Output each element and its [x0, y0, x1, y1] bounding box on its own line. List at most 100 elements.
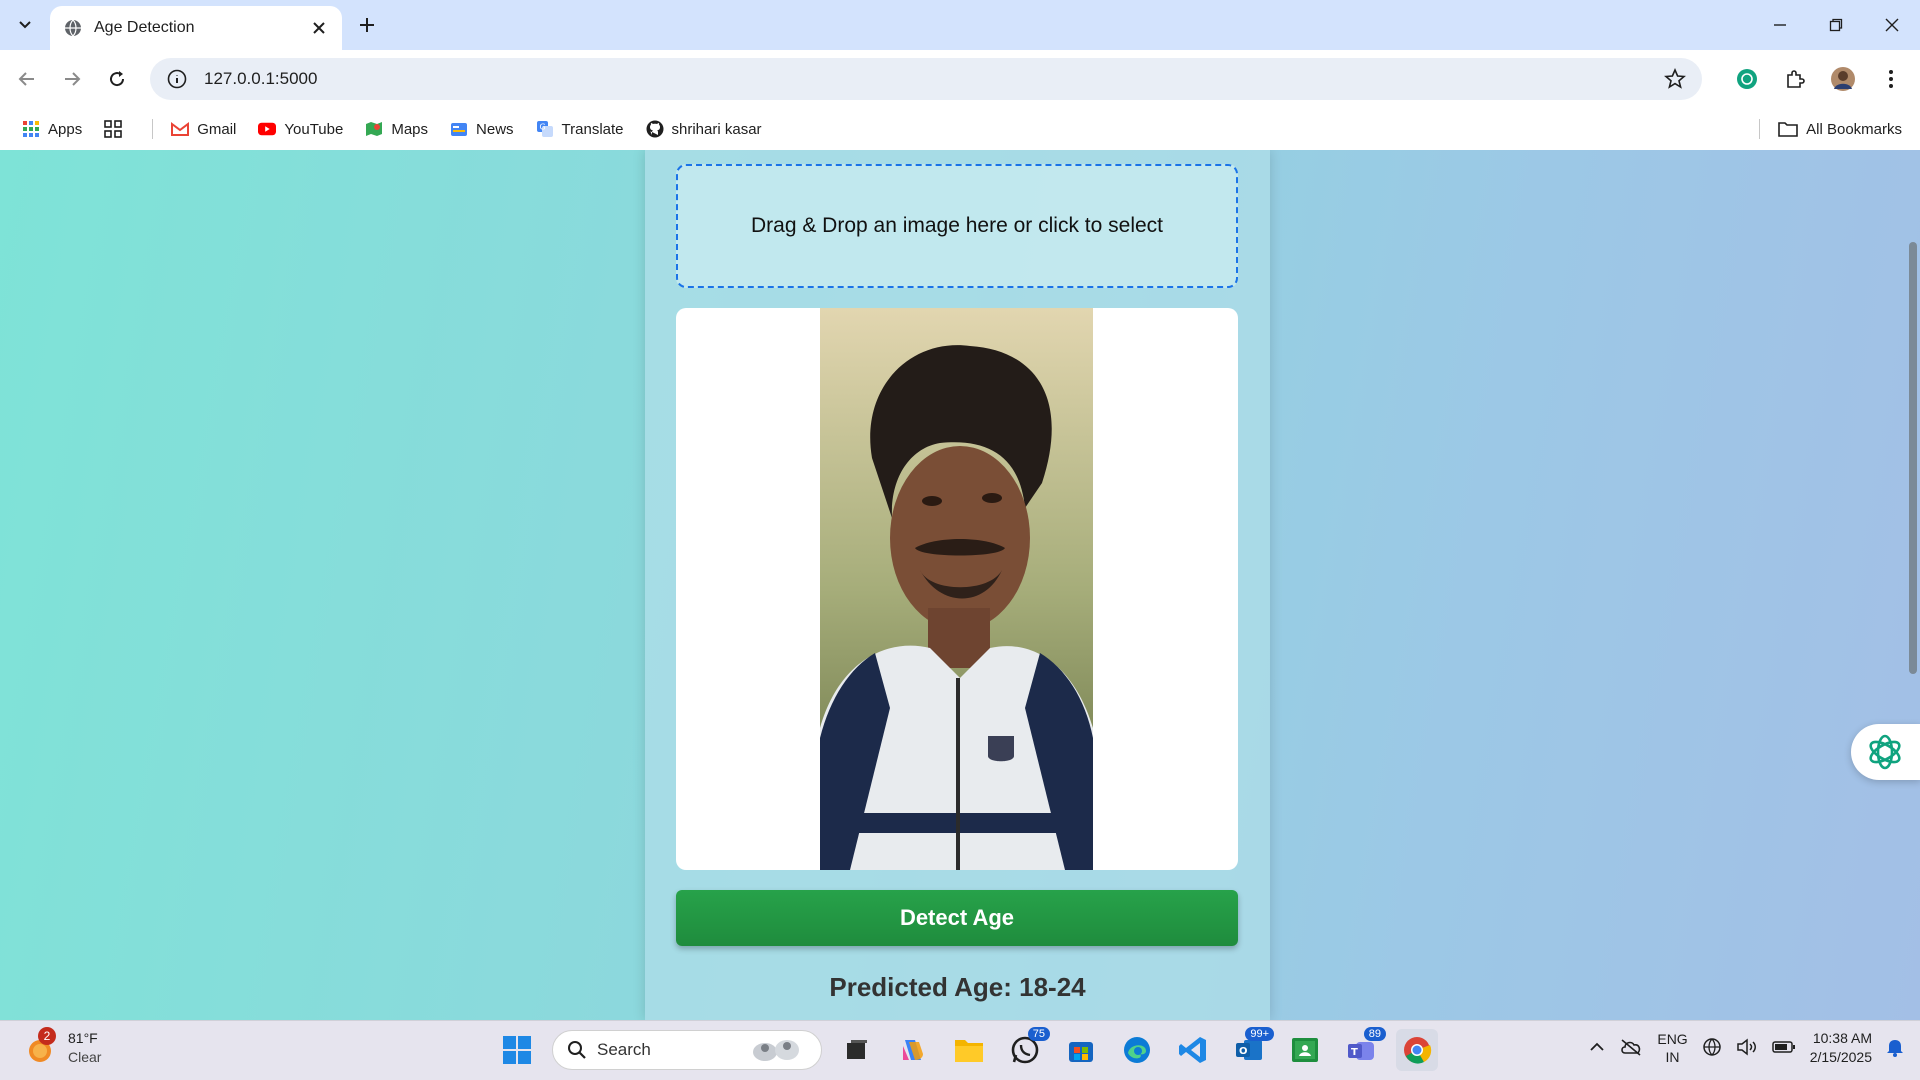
plus-icon	[360, 18, 374, 32]
bookmark-apps[interactable]: Apps	[22, 114, 82, 144]
new-tab-button[interactable]	[352, 10, 382, 40]
outlook-button[interactable]: O 99+	[1228, 1027, 1274, 1071]
whatsapp-badge: 75	[1027, 1027, 1050, 1041]
minimize-icon	[1774, 24, 1786, 26]
chatgpt-icon	[1737, 69, 1757, 89]
weather-temp: 81°F	[68, 1030, 98, 1046]
arrow-left-icon	[18, 72, 34, 86]
teams-button[interactable]: T 89	[1340, 1027, 1386, 1071]
vscode-icon	[1179, 1037, 1206, 1063]
restore-button[interactable]	[1808, 0, 1864, 50]
all-bookmarks-label: All Bookmarks	[1806, 120, 1902, 138]
weather-sun-icon: 2	[24, 1027, 58, 1065]
bookmark-translate[interactable]: G Translate	[536, 114, 624, 144]
gmail-icon	[171, 120, 190, 138]
region-code: IN	[1665, 1049, 1680, 1065]
bookmark-label: YouTube	[284, 120, 344, 138]
folder-icon	[955, 1040, 983, 1062]
tab-title: Age Detection	[94, 19, 195, 36]
forward-button[interactable]	[55, 62, 89, 96]
url-text[interactable]: 127.0.0.1:5000	[204, 69, 1664, 89]
extensions-button[interactable]	[1780, 62, 1810, 96]
bookmark-label: News	[476, 120, 514, 138]
microsoft-store-button[interactable]	[1060, 1029, 1102, 1071]
dropzone-text: Drag & Drop an image here or click to se…	[750, 214, 1163, 237]
cloud-off-icon	[1621, 1038, 1641, 1056]
clock[interactable]: 10:38 AM 2/15/2025	[1810, 1029, 1872, 1067]
bookmark-github[interactable]: shrihari kasar	[646, 114, 762, 144]
detect-age-button[interactable]: Detect Age	[676, 890, 1238, 946]
clock-time: 10:38 AM	[1812, 1030, 1872, 1046]
window-controls	[1752, 0, 1920, 50]
bookmark-tab-groups[interactable]	[104, 114, 130, 144]
edge-button[interactable]	[1116, 1029, 1158, 1071]
battery-status[interactable]	[1771, 1040, 1796, 1057]
reload-button[interactable]	[100, 62, 134, 96]
arrow-right-icon	[65, 72, 81, 86]
bookmarks-bar: Apps Gmail YouTube Maps News G Translate	[0, 108, 1920, 150]
close-icon	[1885, 18, 1899, 32]
tab-search-button[interactable]	[8, 8, 42, 42]
bookmark-maps[interactable]: Maps	[365, 114, 428, 144]
active-tab[interactable]: Age Detection	[50, 6, 342, 50]
weather-badge: 2	[38, 1027, 56, 1045]
copilot-icon	[903, 1040, 923, 1060]
volume-control[interactable]	[1736, 1037, 1758, 1060]
vscode-button[interactable]	[1172, 1029, 1214, 1071]
reload-icon	[110, 71, 125, 87]
folder-icon	[1778, 121, 1798, 137]
bookmark-news[interactable]: News	[450, 114, 514, 144]
classroom-button[interactable]	[1284, 1029, 1326, 1071]
windows-taskbar: 2 81°F Clear Search 75 O 99+ T 89 ENG IN…	[0, 1020, 1920, 1080]
task-view-button[interactable]	[836, 1029, 878, 1071]
menu-button[interactable]	[1876, 62, 1906, 96]
classroom-icon	[1292, 1038, 1318, 1062]
avatar-icon	[1831, 67, 1855, 91]
task-view-icon	[847, 1040, 867, 1059]
image-dropzone[interactable]: Drag & Drop an image here or click to se…	[676, 164, 1238, 288]
close-icon[interactable]	[310, 19, 328, 37]
back-button[interactable]	[10, 62, 44, 96]
scrollbar-thumb[interactable]	[1909, 242, 1917, 674]
weather-widget[interactable]: 2 81°F Clear	[24, 1027, 101, 1067]
notifications-button[interactable]	[1886, 1037, 1904, 1060]
battery-icon	[1771, 1040, 1795, 1053]
apps-grid-icon	[22, 120, 40, 138]
age-detection-card: Drag & Drop an image here or click to se…	[645, 150, 1270, 1020]
address-bar[interactable]: 127.0.0.1:5000	[150, 58, 1702, 100]
chevron-up-icon	[1590, 1042, 1604, 1051]
minimize-button[interactable]	[1752, 0, 1808, 50]
onedrive-status[interactable]	[1619, 1038, 1643, 1059]
clock-date: 2/15/2025	[1809, 1049, 1872, 1065]
profile-avatar[interactable]	[1828, 62, 1858, 96]
info-icon[interactable]	[166, 68, 188, 90]
file-explorer-button[interactable]	[948, 1029, 990, 1071]
maps-icon	[365, 120, 383, 138]
store-icon	[1069, 1042, 1093, 1062]
chrome-button[interactable]	[1396, 1029, 1438, 1071]
copilot-button[interactable]	[892, 1029, 934, 1071]
star-icon[interactable]	[1664, 68, 1686, 90]
svg-text:O: O	[1239, 1046, 1248, 1057]
search-icon	[568, 1041, 586, 1059]
show-hidden-icons-button[interactable]	[1589, 1039, 1605, 1058]
bell-icon	[1887, 1039, 1903, 1057]
taskbar-apps: Search 75 O 99+ T 89	[496, 1027, 1438, 1071]
page-scrollbar[interactable]	[1906, 150, 1920, 1020]
search-label: Search	[597, 1040, 651, 1059]
whatsapp-button[interactable]: 75	[1004, 1027, 1050, 1071]
taskbar-search[interactable]: Search	[552, 1030, 822, 1070]
page-viewport: Drag & Drop an image here or click to se…	[0, 150, 1920, 1020]
all-bookmarks[interactable]: All Bookmarks	[1759, 114, 1902, 144]
predicted-age-result: Predicted Age: 18-24	[829, 972, 1086, 1002]
chatgpt-extension-button[interactable]	[1732, 62, 1762, 96]
bookmark-youtube[interactable]: YouTube	[258, 114, 343, 144]
language-indicator[interactable]: ENG IN	[1657, 1030, 1687, 1066]
bookmark-gmail[interactable]: Gmail	[171, 114, 236, 144]
network-status[interactable]	[1702, 1037, 1722, 1060]
speaker-icon	[1736, 1037, 1756, 1056]
floating-chatgpt-button[interactable]	[1851, 724, 1920, 780]
translate-icon: G	[536, 120, 554, 138]
close-window-button[interactable]	[1864, 0, 1920, 50]
start-button[interactable]	[496, 1029, 538, 1071]
